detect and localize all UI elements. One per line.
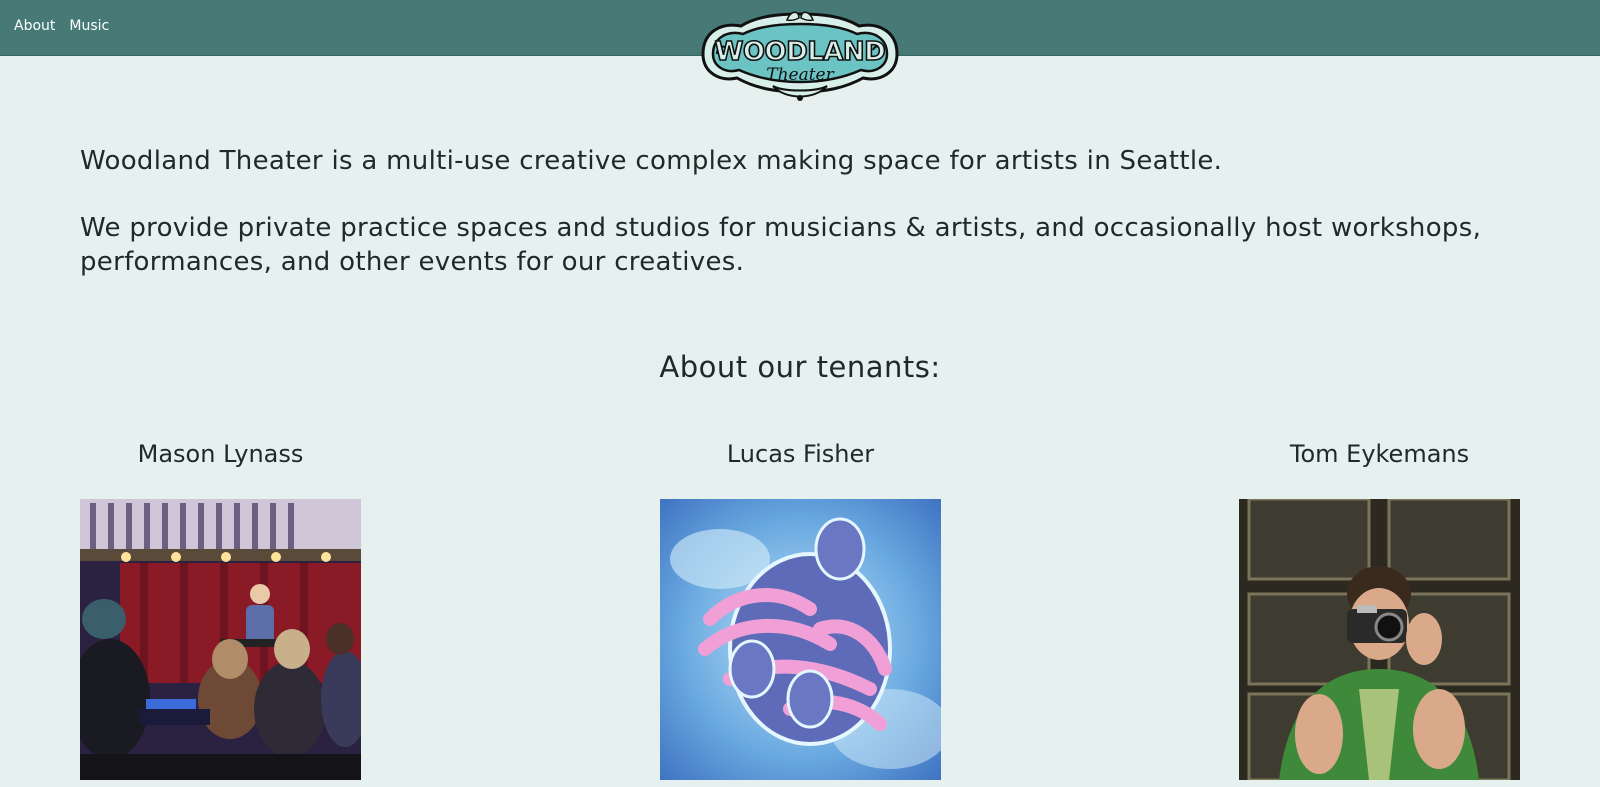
main-nav: About Music <box>14 18 109 34</box>
woodland-theater-logo[interactable]: WOODLAND Theater <box>695 8 905 104</box>
intro-paragraph-2: We provide private practice spaces and s… <box>80 213 1482 277</box>
nav-link-about[interactable]: About <box>14 18 55 34</box>
tenant-card-mason-lynass: Mason Lynass <box>80 437 361 780</box>
tenant-name: Tom Eykemans <box>1289 440 1470 468</box>
tenant-photo-concert[interactable] <box>80 499 361 780</box>
intro-paragraph-1: Woodland Theater is a multi-use creative… <box>80 146 1223 176</box>
tenant-photo-portrait[interactable] <box>1239 499 1520 780</box>
tenant-card-lucas-fisher: Lucas Fisher <box>660 437 941 780</box>
tenant-card-tom-eykemans: Tom Eykemans <box>1239 437 1520 780</box>
nav-link-music[interactable]: Music <box>69 18 109 34</box>
tenant-photo-artwork[interactable] <box>660 499 941 780</box>
tenants-heading: About our tenants: <box>659 350 941 384</box>
tenant-name: Lucas Fisher <box>726 440 875 468</box>
logo-wordmark: WOODLAND <box>715 37 886 67</box>
logo-subtitle: Theater <box>766 65 834 85</box>
intro-section: Woodland Theater is a multi-use creative… <box>80 144 1520 279</box>
tenant-name: Mason Lynass <box>137 440 304 468</box>
